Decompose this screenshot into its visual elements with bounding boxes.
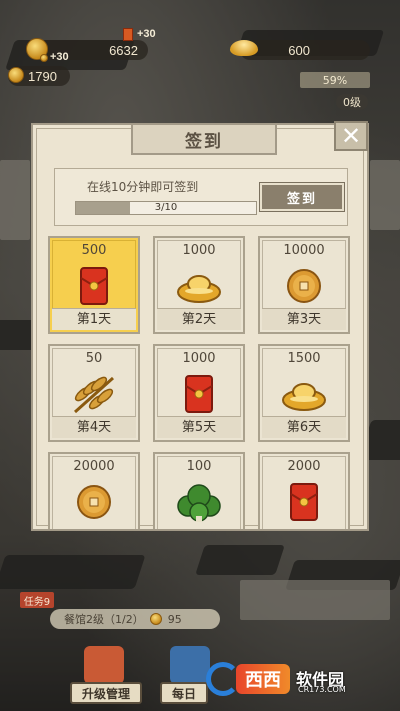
upgrade-icon[interactable]	[84, 646, 124, 684]
progress-badge: 59%	[300, 72, 370, 88]
red-envelope-icon	[123, 28, 133, 41]
day-label: 第4天	[52, 416, 136, 438]
signin-status-panel: 在线10分钟即可签到 3/10 签到	[54, 168, 348, 226]
day-reward-amount: 10000	[283, 243, 325, 258]
day-reward-amount: 2000	[287, 459, 321, 474]
day-reward-amount: 1000	[182, 243, 216, 258]
gold-ingot-value: 600	[288, 42, 310, 58]
gold-ingot-icon	[279, 372, 329, 416]
day-reward-card[interactable]: 2000	[258, 452, 350, 529]
red-envelope-icon	[279, 480, 329, 524]
day-reward-amount: 100	[186, 459, 212, 474]
wheat-icon	[69, 372, 119, 416]
watermark-url: CR173.COM	[298, 685, 346, 694]
day-reward-card[interactable]: 1000 第2天	[153, 236, 245, 334]
silver-value: 6632	[109, 42, 138, 58]
reward-day-grid: 500 第1天 1000 第2天 10000 第3天 50 第4天 1000 第5天 1500 第6天…	[48, 236, 354, 529]
day-reward-amount: 1500	[287, 351, 321, 366]
reward-small: +30	[50, 51, 69, 63]
copper-coin-icon	[279, 264, 329, 308]
vegetable-icon	[174, 480, 224, 524]
day-reward-card[interactable]: 1500 第6天	[258, 344, 350, 442]
gold-ingot-counter[interactable]: 600	[240, 40, 370, 60]
coin-icon	[149, 613, 162, 625]
close-icon: ✕	[340, 122, 362, 150]
day-label: 第3天	[262, 308, 346, 330]
day-label: 第1天	[52, 308, 136, 330]
close-button[interactable]: ✕	[334, 121, 368, 151]
task-tag[interactable]: 任务9	[20, 592, 54, 608]
task-bar[interactable]: 餐馆2级（1/2） 95	[50, 609, 220, 629]
signin-button[interactable]: 签到	[259, 182, 345, 212]
day-reward-card[interactable]: 500 第1天	[48, 236, 140, 334]
online-progress-label: 3/10	[154, 202, 178, 213]
online-progress-bar: 3/10	[75, 201, 257, 215]
signin-modal: 签到 在线10分钟即可签到 3/10 签到 500 第1天 1000 第2天 10000…	[31, 123, 369, 531]
copper-value: 1790	[28, 68, 57, 84]
watermark-ring-icon	[206, 662, 240, 696]
day-reward-card[interactable]: 100	[153, 452, 245, 529]
day-reward-amount: 50	[85, 351, 103, 366]
day-label: 第5天	[157, 416, 241, 438]
watermark-logo: 西西	[236, 664, 290, 694]
day-label: 第6天	[262, 416, 346, 438]
day-reward-card[interactable]: 50 第4天	[48, 344, 140, 442]
day-reward-amount: 1000	[182, 351, 216, 366]
gold-ingot-icon	[230, 40, 258, 56]
day-label: 第2天	[157, 308, 241, 330]
modal-title: 签到	[131, 125, 277, 155]
task-reward: 95	[167, 612, 182, 626]
task-text: 餐馆2级（1/2）	[64, 613, 144, 626]
day-reward-card[interactable]: 20000	[48, 452, 140, 529]
copper-coin-icon	[8, 67, 24, 83]
level-badge: 0级	[336, 94, 368, 110]
watermark: 西西 软件园 CR173.COM	[200, 660, 388, 702]
day-reward-amount: 500	[81, 243, 107, 258]
gold-ingot-icon	[174, 264, 224, 308]
red-envelope-icon	[69, 264, 119, 308]
signin-status-text: 在线10分钟即可签到	[87, 180, 199, 194]
day-reward-amount: 20000	[73, 459, 115, 474]
red-envelope-icon	[174, 372, 224, 416]
copper-coin-icon	[69, 480, 119, 524]
coin-icon	[40, 54, 48, 62]
day-reward-card[interactable]: 1000 第5天	[153, 344, 245, 442]
upgrade-manage-button[interactable]: 升级管理	[70, 682, 142, 704]
day-reward-card[interactable]: 10000 第3天	[258, 236, 350, 334]
reward-popup: +30	[137, 28, 156, 40]
